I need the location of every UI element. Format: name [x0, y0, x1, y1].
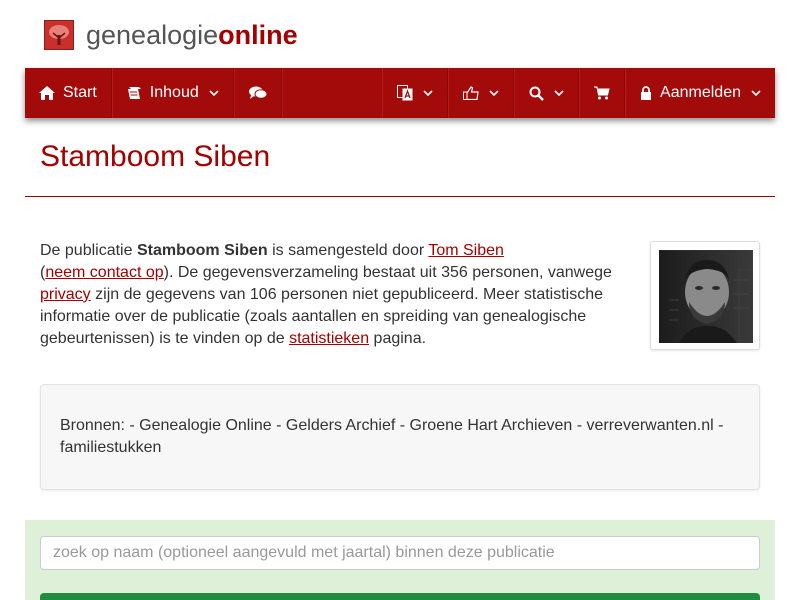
brand-name: genealogieonline	[86, 20, 298, 51]
main-navbar: Start Inhoud Aanmelden	[25, 68, 775, 118]
chevron-down-icon	[423, 89, 433, 97]
page-title: Stamboom Siben	[40, 140, 271, 173]
intro-text: is samengesteld door	[267, 242, 429, 259]
chevron-down-icon	[554, 89, 564, 97]
nav-language[interactable]	[382, 68, 449, 118]
publication-name: Stamboom Siben	[136, 242, 268, 259]
nav-login-label: Aanmelden	[660, 84, 741, 101]
nav-shop[interactable]	[579, 68, 626, 118]
book-icon	[127, 86, 142, 100]
intro-text: ). De gegevensverzameling bestaat uit 35…	[163, 264, 612, 281]
thumbs-up-icon	[463, 86, 479, 100]
publication-intro: De publicatie Stamboom Siben is samenges…	[40, 240, 625, 350]
nav-spacer	[281, 68, 382, 118]
author-avatar	[659, 250, 753, 343]
nav-social[interactable]	[448, 68, 515, 118]
title-divider	[25, 196, 775, 197]
author-link[interactable]: Tom Siben	[428, 242, 504, 259]
translate-icon	[397, 85, 413, 101]
nav-start[interactable]: Start	[25, 68, 112, 118]
brand-logo-link[interactable]: genealogieonline	[44, 18, 298, 52]
search-button[interactable]	[40, 593, 760, 600]
sources-panel: Bronnen: - Genealogie Online - Gelders A…	[40, 384, 760, 490]
author-photo[interactable]	[650, 241, 760, 350]
search-icon	[529, 86, 544, 101]
nav-search[interactable]	[514, 68, 580, 118]
brand-name-part2: online	[218, 19, 298, 50]
nav-inhoud-label: Inhoud	[149, 84, 199, 101]
intro-text: pagina.	[369, 330, 427, 347]
comments-icon	[248, 86, 267, 100]
contact-link[interactable]: neem contact op	[45, 264, 163, 281]
sources-text: Bronnen: - Genealogie Online - Gelders A…	[60, 417, 724, 456]
chevron-down-icon	[751, 89, 761, 97]
nav-start-label: Start	[63, 84, 97, 101]
chevron-down-icon	[209, 89, 219, 97]
brand-name-part1: genealogie	[86, 19, 219, 50]
publication-search-panel	[25, 520, 775, 600]
intro-text: De publicatie	[40, 242, 137, 259]
statistics-link[interactable]: statistieken	[289, 330, 369, 347]
lock-icon	[640, 86, 652, 100]
privacy-link[interactable]: privacy	[40, 286, 91, 303]
chevron-down-icon	[489, 89, 499, 97]
home-icon	[39, 86, 55, 100]
shopping-cart-icon	[594, 86, 610, 100]
tree-logo-icon	[44, 20, 74, 50]
nav-inhoud[interactable]: Inhoud	[111, 68, 234, 118]
nav-login[interactable]: Aanmelden	[625, 68, 775, 118]
search-input[interactable]	[40, 536, 760, 570]
nav-forum[interactable]	[233, 68, 282, 118]
